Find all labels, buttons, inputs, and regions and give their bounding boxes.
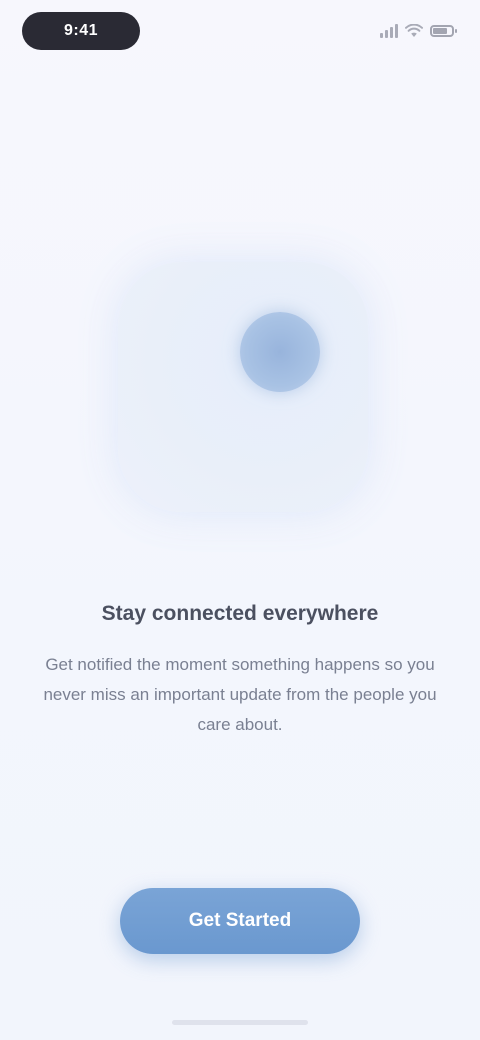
wifi-icon [405,24,423,37]
status-time: 9:41 [22,12,140,50]
status-icons [380,20,457,42]
onboarding-illustration [118,262,368,512]
onboarding-screen: 9:41 Stay connected everywhere Get notif… [0,0,480,1040]
home-indicator[interactable] [172,1020,308,1025]
illustration-dot-icon [240,312,320,392]
get-started-button[interactable]: Get Started [120,888,360,954]
onboarding-description: Get notified the moment something happen… [43,655,437,734]
battery-level [433,28,448,34]
cellular-signal-icon [380,24,398,38]
onboarding-title: Stay connected everywhere [101,602,379,625]
battery-icon [430,25,457,37]
status-bar: 9:41 [0,0,480,64]
